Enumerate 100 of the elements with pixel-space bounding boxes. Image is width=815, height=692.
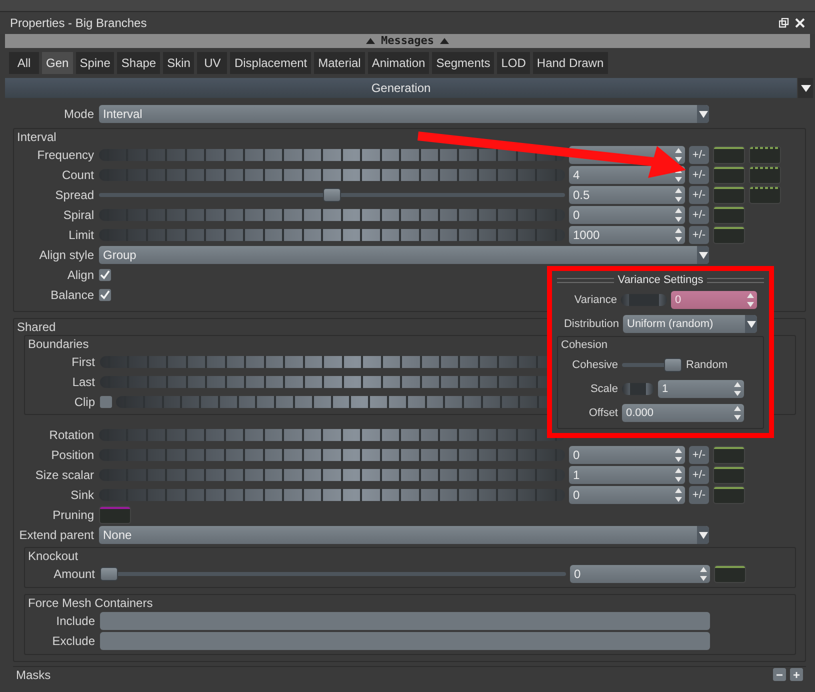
group-title: Boundaries [28, 336, 89, 352]
number-field[interactable]: 1 [569, 466, 685, 484]
variance-button[interactable]: +/- [689, 466, 709, 484]
variance-button[interactable]: +/- [689, 186, 709, 204]
dropdown-arrow-icon[interactable] [800, 84, 810, 92]
variance-button[interactable]: +/- [689, 226, 709, 244]
curve-swatch[interactable] [749, 146, 781, 164]
dropdown-arrow-icon[interactable] [746, 320, 756, 328]
slider-track[interactable] [100, 567, 566, 581]
curve-swatch[interactable] [713, 446, 745, 464]
mask-button[interactable]: − [773, 668, 786, 681]
curve-swatch[interactable] [749, 186, 781, 204]
spinner-icon[interactable] [674, 467, 683, 483]
number-field[interactable]: 0.5 [569, 186, 685, 204]
checkbox[interactable] [99, 289, 111, 301]
dropdown[interactable]: None [99, 526, 709, 544]
spinner-icon[interactable] [674, 207, 683, 223]
spinner-icon[interactable] [674, 227, 683, 243]
slider-track[interactable] [99, 188, 565, 202]
dropdown[interactable]: Group [99, 246, 709, 264]
field-label: Cohesive [571, 358, 618, 373]
slider-thumb[interactable] [100, 567, 118, 581]
curve-swatch[interactable] [713, 146, 745, 164]
group-title: Shared [17, 319, 56, 335]
field-label: Count [60, 167, 94, 184]
color-swatch[interactable] [99, 506, 131, 524]
restore-icon[interactable] [779, 18, 789, 28]
tab[interactable]: UV [197, 52, 228, 74]
variance-button[interactable]: +/- [689, 166, 709, 184]
slider-thumb[interactable] [323, 188, 341, 202]
ramp-control[interactable] [99, 149, 565, 161]
number-field[interactable]: 0.000 [622, 404, 744, 422]
ramp-control[interactable] [99, 209, 565, 221]
dropdown-arrow-icon[interactable] [698, 532, 708, 538]
input-field[interactable] [100, 632, 710, 650]
curve-swatch[interactable] [713, 206, 745, 224]
slider-thumb[interactable] [664, 358, 682, 372]
number-field[interactable]: 1 [658, 380, 744, 398]
curve-swatch[interactable] [713, 486, 745, 504]
window-title: Properties - Big Branches [10, 15, 147, 32]
ramp-control[interactable] [99, 469, 565, 481]
tab[interactable]: Displacement [230, 52, 312, 74]
section-header[interactable]: Generation [5, 78, 797, 98]
dropdown[interactable]: Interval [99, 105, 709, 123]
tab[interactable]: Gen [42, 52, 73, 74]
tab[interactable]: Shape [117, 52, 160, 74]
curve-swatch[interactable] [713, 186, 745, 204]
dropdown-arrow-icon[interactable] [698, 252, 708, 258]
ramp-control[interactable] [622, 383, 654, 395]
ramp-control[interactable] [99, 489, 565, 501]
mask-button[interactable]: + [790, 668, 803, 681]
variance-button[interactable]: +/- [689, 146, 709, 164]
ramp-control[interactable] [99, 429, 565, 441]
spinner-icon[interactable] [674, 187, 683, 203]
tab[interactable]: Material [314, 52, 365, 74]
number-field[interactable]: 0 [671, 291, 757, 309]
ramp-control[interactable] [99, 229, 565, 241]
tab[interactable]: Spine [76, 52, 114, 74]
group-title: Knockout [28, 548, 78, 564]
field-label: Distribution [562, 316, 619, 332]
spinner-icon[interactable] [733, 381, 742, 397]
number-field[interactable]: 1000 [569, 226, 685, 244]
tab[interactable]: Segments [432, 52, 494, 74]
spinner-icon[interactable] [674, 447, 683, 463]
spinner-icon[interactable] [674, 487, 683, 503]
variance-button[interactable]: +/- [689, 446, 709, 464]
curve-swatch[interactable] [749, 166, 781, 184]
tab[interactable]: Animation [368, 52, 430, 74]
curve-swatch[interactable] [713, 166, 745, 184]
group-title: Masks [15, 668, 51, 682]
number-field[interactable]: 0 [569, 206, 685, 224]
spinner-icon[interactable] [699, 566, 708, 582]
field-label: Offset [588, 406, 618, 421]
ramp-control[interactable] [99, 449, 565, 461]
field-label: Rotation [48, 427, 94, 444]
number-field[interactable]: 0 [569, 446, 685, 464]
messages-bar[interactable]: Messages [5, 34, 810, 48]
ramp-control[interactable] [99, 169, 565, 181]
number-field[interactable]: 0 [570, 565, 710, 583]
tab[interactable]: Skin [163, 52, 194, 74]
curve-swatch[interactable] [713, 466, 745, 484]
spinner-icon[interactable] [733, 405, 742, 421]
spinner-icon[interactable] [674, 147, 683, 163]
dropdown-arrow-icon[interactable] [698, 110, 708, 118]
checkbox[interactable] [99, 269, 111, 281]
tab[interactable]: Hand Drawn [532, 52, 608, 74]
tab[interactable]: All [9, 52, 39, 74]
slider-track[interactable] [622, 358, 682, 372]
spinner-icon[interactable] [746, 292, 755, 308]
curve-swatch[interactable] [714, 565, 746, 583]
field-label: Frequency [36, 147, 94, 164]
close-icon[interactable] [795, 18, 805, 28]
checkbox[interactable] [100, 396, 112, 408]
tab[interactable]: LOD [497, 52, 530, 74]
variance-button[interactable]: +/- [689, 486, 709, 504]
dropdown[interactable]: Uniform (random) [623, 315, 757, 333]
curve-swatch[interactable] [713, 226, 745, 244]
variance-button[interactable]: +/- [689, 206, 709, 224]
number-field[interactable]: 0 [569, 486, 685, 504]
input-field[interactable] [100, 612, 710, 630]
